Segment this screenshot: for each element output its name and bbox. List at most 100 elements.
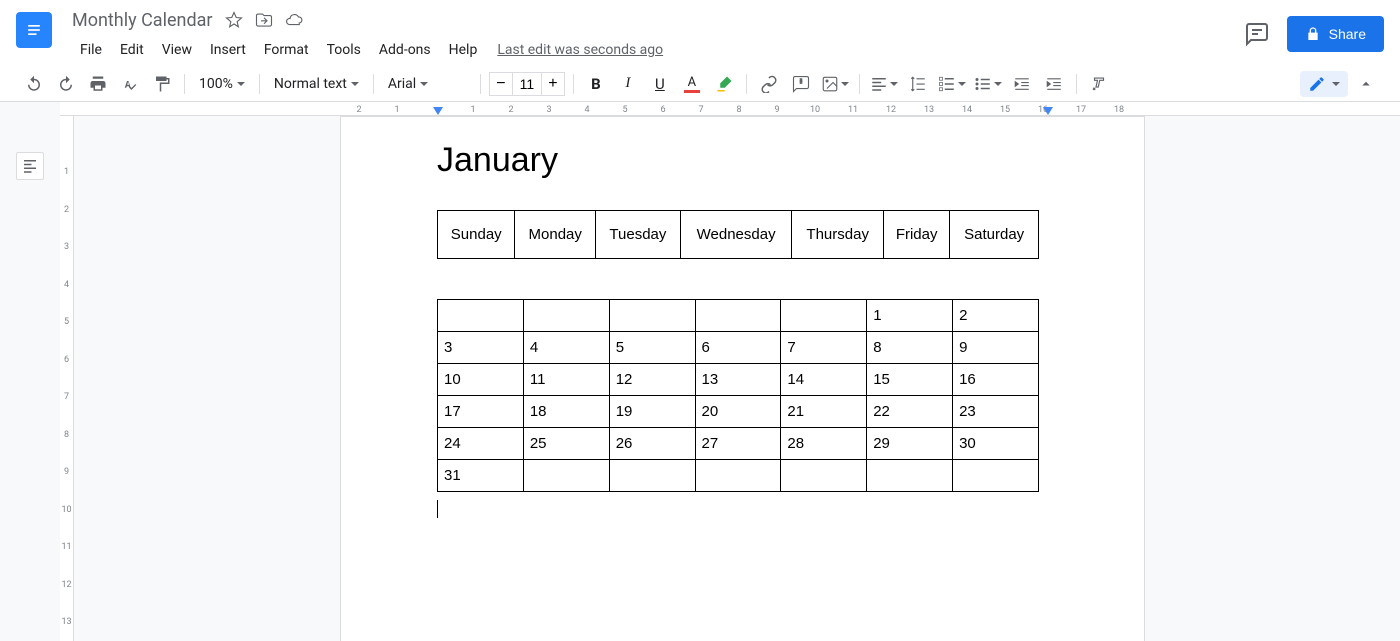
date-cell[interactable]: 20 (695, 396, 781, 428)
date-cell[interactable]: 4 (523, 332, 609, 364)
spellcheck-button[interactable] (116, 70, 144, 98)
last-edit-link[interactable]: Last edit was seconds ago (497, 42, 663, 58)
date-cell[interactable]: 5 (609, 332, 695, 364)
date-cell[interactable]: 14 (781, 364, 867, 396)
date-cell[interactable]: 8 (867, 332, 953, 364)
date-cell[interactable]: 15 (867, 364, 953, 396)
date-cell[interactable] (867, 460, 953, 492)
date-cell[interactable]: 18 (523, 396, 609, 428)
date-cell[interactable]: 9 (953, 332, 1039, 364)
date-cell[interactable] (438, 300, 524, 332)
print-button[interactable] (84, 70, 112, 98)
bulleted-list-button[interactable] (972, 70, 1004, 98)
date-cell[interactable]: 7 (781, 332, 867, 364)
move-icon[interactable] (255, 11, 273, 29)
calendar-body-table[interactable]: 1 2 3 4 5 6 7 8 9 10 11 (437, 299, 1039, 492)
date-cell[interactable]: 2 (953, 300, 1039, 332)
date-cell[interactable]: 13 (695, 364, 781, 396)
date-cell[interactable]: 21 (781, 396, 867, 428)
header-cell[interactable]: Wednesday (680, 211, 792, 259)
date-cell[interactable]: 10 (438, 364, 524, 396)
insert-comment-button[interactable] (787, 70, 815, 98)
date-cell[interactable] (695, 460, 781, 492)
menu-help[interactable]: Help (441, 38, 486, 62)
date-cell[interactable]: 24 (438, 428, 524, 460)
star-icon[interactable] (225, 11, 243, 29)
menu-view[interactable]: View (154, 38, 200, 62)
date-cell[interactable] (609, 460, 695, 492)
date-cell[interactable]: 6 (695, 332, 781, 364)
document-title[interactable]: Monthly Calendar (72, 10, 213, 31)
date-cell[interactable] (781, 300, 867, 332)
date-cell[interactable]: 30 (953, 428, 1039, 460)
date-cell[interactable] (523, 300, 609, 332)
underline-button[interactable]: U (646, 70, 674, 98)
date-cell[interactable] (953, 460, 1039, 492)
comments-icon[interactable] (1245, 22, 1269, 46)
font-size-decrease[interactable]: − (490, 75, 512, 93)
align-button[interactable] (868, 70, 900, 98)
date-cell[interactable]: 19 (609, 396, 695, 428)
italic-button[interactable]: I (614, 70, 642, 98)
date-cell[interactable]: 26 (609, 428, 695, 460)
vertical-ruler[interactable]: 12345678910111213 (60, 116, 74, 641)
document-page[interactable]: January Sunday Monday Tuesday Wednesday … (340, 116, 1145, 641)
checklist-button[interactable] (936, 70, 968, 98)
date-cell[interactable]: 22 (867, 396, 953, 428)
bold-button[interactable]: B (582, 70, 610, 98)
menu-edit[interactable]: Edit (112, 38, 152, 62)
date-cell[interactable]: 17 (438, 396, 524, 428)
zoom-dropdown[interactable]: 100% (193, 70, 251, 98)
text-color-button[interactable]: A (678, 70, 706, 98)
calendar-header-table[interactable]: Sunday Monday Tuesday Wednesday Thursday… (437, 210, 1039, 259)
menu-format[interactable]: Format (256, 38, 317, 62)
date-cell[interactable]: 23 (953, 396, 1039, 428)
header-cell[interactable]: Thursday (792, 211, 884, 259)
header-cell[interactable]: Tuesday (595, 211, 680, 259)
date-cell[interactable]: 29 (867, 428, 953, 460)
left-indent-marker[interactable] (433, 107, 443, 115)
line-spacing-button[interactable] (904, 70, 932, 98)
date-cell[interactable] (609, 300, 695, 332)
date-cell[interactable] (781, 460, 867, 492)
increase-indent-button[interactable] (1040, 70, 1068, 98)
clear-formatting-button[interactable] (1085, 70, 1113, 98)
collapse-toolbar-button[interactable] (1352, 70, 1380, 98)
month-heading[interactable]: January (437, 141, 1048, 180)
font-dropdown[interactable]: Arial (382, 70, 472, 98)
highlight-button[interactable] (710, 70, 738, 98)
outline-toggle-button[interactable] (16, 152, 44, 180)
header-cell[interactable]: Sunday (438, 211, 515, 259)
date-cell[interactable] (695, 300, 781, 332)
right-indent-marker[interactable] (1043, 107, 1053, 115)
date-cell[interactable]: 11 (523, 364, 609, 396)
share-button[interactable]: Share (1287, 16, 1384, 52)
cloud-status-icon[interactable] (285, 11, 303, 29)
date-cell[interactable]: 1 (867, 300, 953, 332)
header-cell[interactable]: Monday (515, 211, 596, 259)
font-size-input[interactable] (512, 73, 542, 95)
date-cell[interactable] (523, 460, 609, 492)
horizontal-ruler[interactable]: 21123456789101112131415161718 (60, 102, 1400, 116)
date-cell[interactable]: 27 (695, 428, 781, 460)
header-cell[interactable]: Friday (884, 211, 950, 259)
paint-format-button[interactable] (148, 70, 176, 98)
undo-button[interactable] (20, 70, 48, 98)
date-cell[interactable]: 28 (781, 428, 867, 460)
date-cell[interactable]: 3 (438, 332, 524, 364)
insert-link-button[interactable] (755, 70, 783, 98)
decrease-indent-button[interactable] (1008, 70, 1036, 98)
docs-app-icon[interactable] (16, 12, 52, 48)
date-cell[interactable]: 12 (609, 364, 695, 396)
editing-mode-button[interactable] (1300, 71, 1348, 97)
menu-add-ons[interactable]: Add-ons (371, 38, 439, 62)
insert-image-button[interactable] (819, 70, 851, 98)
date-cell[interactable]: 31 (438, 460, 524, 492)
redo-button[interactable] (52, 70, 80, 98)
date-cell[interactable]: 16 (953, 364, 1039, 396)
menu-tools[interactable]: Tools (319, 38, 369, 62)
menu-insert[interactable]: Insert (202, 38, 254, 62)
date-cell[interactable]: 25 (523, 428, 609, 460)
header-cell[interactable]: Saturday (950, 211, 1039, 259)
menu-file[interactable]: File (72, 38, 110, 62)
